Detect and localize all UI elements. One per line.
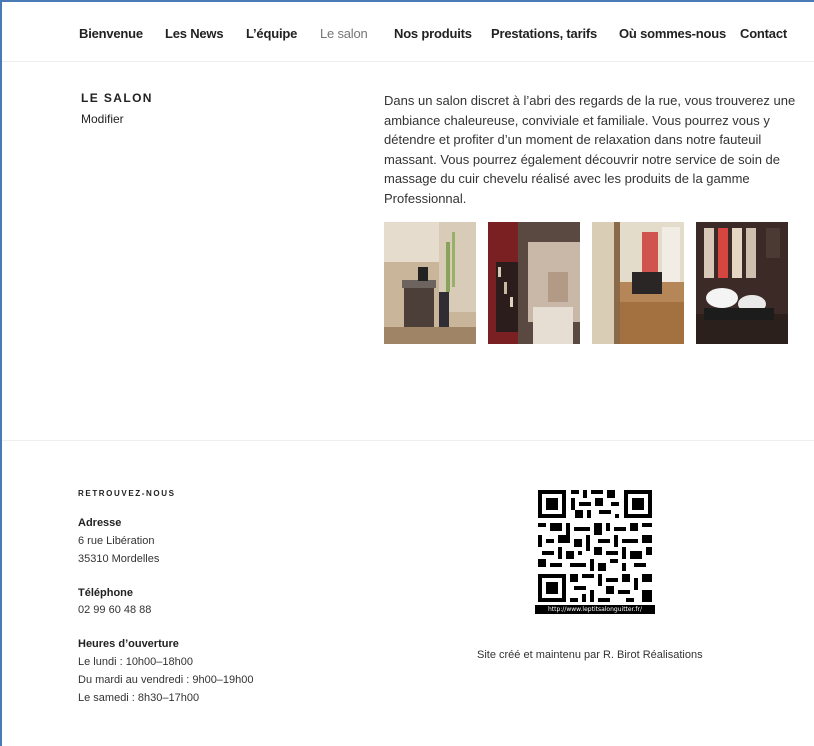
hours-label: Heures d’ouverture xyxy=(78,638,179,650)
nav-item-prestations-tarifs[interactable]: Prestations, tarifs xyxy=(491,26,597,41)
qr-code-caption: http://www.leptitsalonguitter.fr/ xyxy=(535,605,655,614)
hours-line-3: Le samedi : 8h30–17h00 xyxy=(78,692,200,704)
nav-item-ou-sommes-nous[interactable]: Où sommes-nous xyxy=(619,26,726,41)
nav-item-le-salon[interactable]: Le salon xyxy=(320,26,368,41)
address-line-2: 35310 Mordelles xyxy=(78,553,160,565)
footer-divider xyxy=(2,440,814,441)
main-navigation: Bienvenue Les News L’équipe Le salon Nos… xyxy=(2,2,814,62)
gallery-image-salon-chairs[interactable] xyxy=(592,222,684,344)
phone-label: Téléphone xyxy=(78,587,134,599)
hours-line-2: Du mardi au vendredi : 9h00–19h00 xyxy=(78,674,254,686)
gallery-image-wash-basin[interactable] xyxy=(696,222,788,344)
nav-item-equipe[interactable]: L’équipe xyxy=(246,26,297,41)
hours-line-1: Le lundi : 10h00–18h00 xyxy=(78,656,193,668)
nav-item-contact[interactable]: Contact xyxy=(740,26,787,41)
gallery-image-hairdresser[interactable] xyxy=(488,222,580,344)
widget-title: RETROUVEZ-NOUS xyxy=(78,489,176,498)
edit-link[interactable]: Modifier xyxy=(81,112,124,126)
qr-code-image[interactable] xyxy=(535,487,655,615)
content-paragraph: Dans un salon discret à l’abri des regar… xyxy=(384,93,796,206)
nav-item-nos-produits[interactable]: Nos produits xyxy=(394,26,472,41)
phone-number: 02 99 60 48 88 xyxy=(78,604,152,616)
nav-item-bienvenue[interactable]: Bienvenue xyxy=(79,26,143,41)
nav-item-les-news[interactable]: Les News xyxy=(165,26,224,41)
address-line-1: 6 rue Libération xyxy=(78,535,155,547)
address-label: Adresse xyxy=(78,517,122,529)
page-title: LE SALON xyxy=(81,91,153,105)
browser-frame: Bienvenue Les News L’équipe Le salon Nos… xyxy=(0,0,814,746)
site-credits[interactable]: Site créé et maintenu par R. Birot Réali… xyxy=(477,649,703,661)
gallery-image-reception[interactable] xyxy=(384,222,476,344)
